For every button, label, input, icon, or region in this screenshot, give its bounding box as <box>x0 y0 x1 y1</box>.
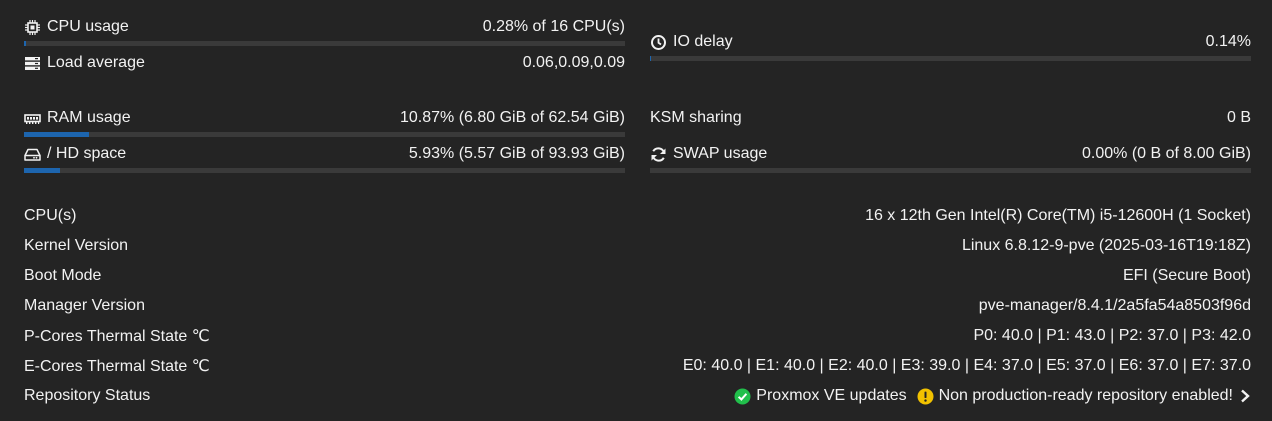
boot-mode-value: EFI (Secure Boot) <box>1122 267 1251 284</box>
load-average-metric: Load average 0.06,0.09,0.09 <box>24 52 625 88</box>
ksm-sharing-metric: KSM sharing 0 B <box>650 107 1251 143</box>
check-circle-icon <box>734 388 751 405</box>
cpu-usage-bar <box>24 41 625 46</box>
info-row-pcores-thermal: P-Cores Thermal State ℃ P0: 40.0 | P1: 4… <box>24 325 1251 347</box>
ram-usage-label: RAM usage <box>47 109 131 126</box>
info-row-cpus: CPU(s) 16 x 12th Gen Intel(R) Core(TM) i… <box>24 205 1251 227</box>
cpu-chip-icon <box>24 19 41 36</box>
hd-space-bar <box>24 168 625 173</box>
kernel-value: Linux 6.8.12-9-pve (2025-03-16T19:18Z) <box>961 237 1251 254</box>
io-delay-value: 0.14% <box>1205 33 1251 50</box>
repository-status-label: Repository Status <box>24 387 151 404</box>
node-summary-panel: CPU usage 0.28% of 16 CPU(s) Load averag… <box>0 0 1272 421</box>
swap-usage-metric: SWAP usage 0.00% (0 B of 8.00 GiB) <box>650 143 1251 179</box>
hd-space-bar-fill <box>24 168 60 173</box>
clock-icon <box>650 34 667 51</box>
cpu-usage-label: CPU usage <box>47 18 129 35</box>
ecores-thermal-value: E0: 40.0 | E1: 40.0 | E2: 40.0 | E3: 39.… <box>682 357 1251 374</box>
cpu-usage-metric: CPU usage 0.28% of 16 CPU(s) <box>24 16 625 52</box>
info-row-ecores-thermal: E-Cores Thermal State ℃ E0: 40.0 | E1: 4… <box>24 355 1251 377</box>
chevron-right-icon[interactable] <box>1239 389 1251 403</box>
cpus-value: 16 x 12th Gen Intel(R) Core(TM) i5-12600… <box>865 207 1251 224</box>
swap-usage-label: SWAP usage <box>673 145 768 162</box>
swap-usage-value: 0.00% (0 B of 8.00 GiB) <box>1082 145 1251 162</box>
hd-space-label: / HD space <box>47 145 127 162</box>
load-average-label: Load average <box>47 54 145 71</box>
exclamation-circle-icon <box>917 388 934 405</box>
hard-drive-icon <box>24 146 41 163</box>
kernel-label: Kernel Version <box>24 237 129 254</box>
pcores-thermal-label: P-Cores Thermal State ℃ <box>24 328 210 345</box>
repo-updates-status: Proxmox VE updates <box>734 387 907 405</box>
boot-mode-label: Boot Mode <box>24 267 102 284</box>
ecores-thermal-label: E-Cores Thermal State ℃ <box>24 358 210 375</box>
manager-version-value: pve-manager/8.4.1/2a5fa54a8503f96d <box>978 297 1251 314</box>
ksm-sharing-label: KSM sharing <box>650 109 742 126</box>
repository-status-value[interactable]: Proxmox VE updates Non production-ready … <box>734 387 1251 405</box>
io-delay-bar <box>650 56 1251 61</box>
info-row-manager: Manager Version pve-manager/8.4.1/2a5fa5… <box>24 295 1251 317</box>
info-row-kernel: Kernel Version Linux 6.8.12-9-pve (2025-… <box>24 235 1251 257</box>
io-delay-label: IO delay <box>673 33 733 50</box>
info-row-boot-mode: Boot Mode EFI (Secure Boot) <box>24 265 1251 287</box>
load-average-value: 0.06,0.09,0.09 <box>522 54 625 71</box>
ram-usage-value: 10.87% (6.80 GiB of 62.54 GiB) <box>399 109 625 126</box>
hd-space-value: 5.93% (5.57 GiB of 93.93 GiB) <box>408 145 625 162</box>
ksm-sharing-value: 0 B <box>1226 109 1251 126</box>
io-delay-bar-fill <box>650 56 651 61</box>
swap-usage-bar <box>650 168 1251 173</box>
repo-warning-status: Non production-ready repository enabled! <box>917 387 1233 405</box>
repo-updates-text: Proxmox VE updates <box>756 387 907 404</box>
ram-usage-bar <box>24 132 625 137</box>
pcores-thermal-value: P0: 40.0 | P1: 43.0 | P2: 37.0 | P3: 42.… <box>973 327 1251 344</box>
cpu-usage-value: 0.28% of 16 CPU(s) <box>482 18 625 35</box>
repo-warning-text: Non production-ready repository enabled! <box>938 387 1233 404</box>
cpus-label: CPU(s) <box>24 207 77 224</box>
hd-space-metric: / HD space 5.93% (5.57 GiB of 93.93 GiB) <box>24 143 625 179</box>
cpu-usage-bar-fill <box>24 41 26 46</box>
info-row-repository-status: Repository Status Proxmox VE updates Non… <box>24 385 1251 407</box>
refresh-icon <box>650 146 667 163</box>
ram-usage-metric: RAM usage 10.87% (6.80 GiB of 62.54 GiB) <box>24 107 625 143</box>
io-delay-metric: IO delay 0.14% <box>650 31 1251 67</box>
memory-module-icon <box>24 110 41 127</box>
manager-version-label: Manager Version <box>24 297 145 314</box>
ram-usage-bar-fill <box>24 132 90 137</box>
server-stack-icon <box>24 55 41 72</box>
